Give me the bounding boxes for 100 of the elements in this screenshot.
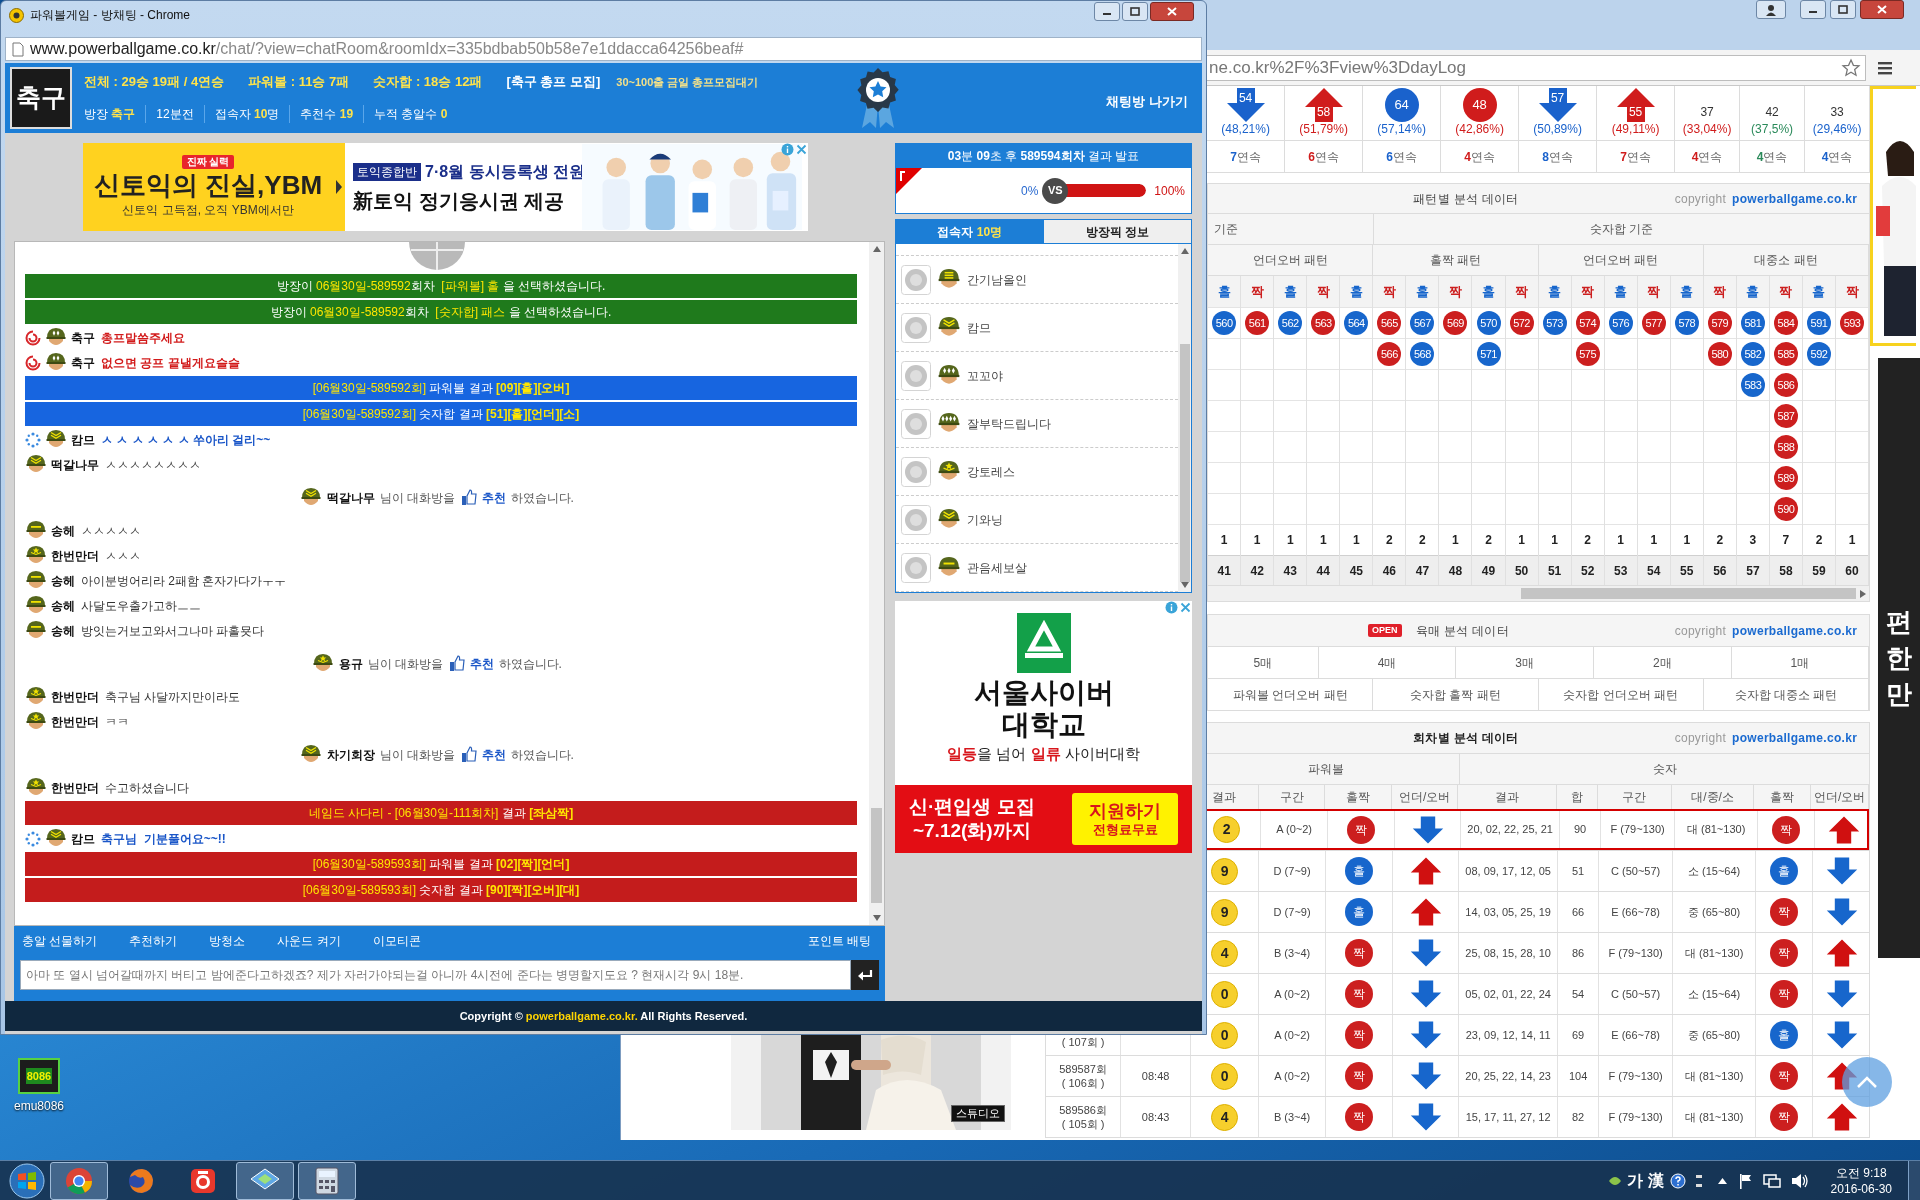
info-icon[interactable] [781,143,794,156]
user-name[interactable]: 송헤 [51,621,75,640]
count-option[interactable]: 3매 [1515,653,1534,672]
toolbar-button[interactable]: 방청소 [209,932,246,950]
user-name[interactable]: 캄므 [71,829,95,848]
column-number: 42 [1250,562,1264,580]
user-name[interactable]: 떡갈나무 [51,455,99,474]
pattern-option[interactable]: 숫자합 대중소 패턴 [1734,685,1838,704]
message-text: 축구님 사달까지만이라도 [105,688,241,706]
count-text: 2 [1815,532,1823,549]
help-icon[interactable] [1669,1172,1686,1189]
toolbar-button[interactable]: 추천하기 [129,932,178,950]
menu-icon[interactable] [1878,60,1892,75]
volume-icon[interactable] [1790,1172,1809,1189]
user-name[interactable]: 송헤 [51,596,75,615]
user-name[interactable]: 한번만더 [51,778,99,797]
user-name[interactable]: 캄므 [71,430,95,449]
site-link[interactable]: powerballgame.co.kr [1732,729,1858,747]
user-row[interactable]: 관음세보살 [896,544,1178,592]
column-header: 대/중/소 [1691,789,1734,806]
taskbar-button[interactable] [298,1161,356,1200]
scroll-up-icon[interactable] [872,246,881,252]
user-name[interactable]: 용규 [339,654,364,673]
user-row[interactable]: 잘부탁드립니다 [896,400,1178,448]
message-text: ㅋㅋ [105,713,129,731]
info-icon[interactable] [1165,601,1178,614]
maximize-button[interactable] [1122,2,1148,21]
toolbar-button[interactable]: 사운드 켜기 [277,932,341,950]
address-field[interactable]: www.powerballgame.co.kr/chat/?view=chatRoom&roomIdx=335bdbab50b58e7e1ddacca64256beaf# [5,37,1202,61]
send-button[interactable] [851,960,879,990]
apply-label: 지원하기 [1089,800,1161,822]
user-name[interactable]: 송헤 [51,521,75,540]
ime-options-icon[interactable] [1693,1172,1704,1189]
tab[interactable]: 방장픽 정보 [1043,220,1191,243]
apply-button[interactable]: 지원하기 전형료무료 [1072,793,1178,845]
flag-icon[interactable] [1738,1172,1753,1189]
exit-link[interactable]: 채팅방 나가기 [1106,91,1188,111]
clock[interactable]: 오전 9:18 2016-06-30 [1830,1164,1892,1197]
scroll-up-icon[interactable] [1180,248,1189,254]
toolbar-button[interactable]: 충알 선물하기 [22,932,98,950]
close-icon[interactable] [1179,601,1192,614]
count-option[interactable]: 2매 [1652,653,1672,672]
count-option[interactable]: 5매 [1253,653,1273,672]
network-icon[interactable] [1762,1172,1781,1189]
profile-button[interactable] [1756,0,1786,19]
column-number: 58 [1779,562,1793,580]
scroll-right-icon[interactable] [1860,589,1867,598]
user-name[interactable]: 차기회장 [327,745,376,764]
user-row[interactable]: 간기남올인 [896,256,1178,304]
scroll-down-icon[interactable] [872,915,881,921]
message-input[interactable]: 아마 또 열시 넘어갈때까지 버티고 밤에준다고하겠죠? 제가 자러가야되는걸 아니까 4시전에 준다는 병명할지도요 ? 현재시각 9시 18분. [20,960,851,990]
scroll-thumb[interactable] [1179,343,1190,583]
address-field[interactable]: ne.co.kr%2F%3Fview%3DdayLog [1206,54,1866,81]
ime-indicator[interactable]: 가 漢 [1627,1168,1664,1193]
site-icon [9,8,24,23]
taskbar-button[interactable] [50,1161,108,1200]
zone-text: F (79~130) [1610,822,1665,838]
scroll-thumb[interactable] [1521,588,1857,599]
count-option[interactable]: 4매 [1377,653,1397,672]
close-button[interactable] [1150,2,1194,21]
minimize-button[interactable] [1800,0,1826,19]
user-name[interactable]: 한번만더 [51,546,99,565]
pattern-option[interactable]: 파워볼 언더오버 패턴 [1232,685,1348,704]
enter-icon [857,969,873,981]
start-button[interactable] [8,1161,46,1200]
tray-expand-icon[interactable] [1717,1177,1727,1184]
show-desktop-button[interactable] [1908,1160,1920,1200]
user-name[interactable]: 떡갈나무 [327,488,376,507]
pattern-option[interactable]: 숫자합 언더오버 패턴 [1563,685,1679,704]
scroll-thumb[interactable] [871,808,882,903]
numbers-text: 15, 17, 11, 27, 12 [1465,1109,1551,1125]
user-name[interactable]: 축구 [71,353,95,372]
message-text: ㅅㅅㅅ [105,547,141,565]
taskbar-button[interactable] [236,1161,294,1200]
site-link[interactable]: powerballgame.co.kr [1732,189,1858,208]
maximize-button[interactable] [1830,0,1856,19]
user-name[interactable]: 한번만더 [51,687,99,706]
column-number: 55 [1680,562,1694,580]
close-icon[interactable] [795,143,808,156]
profile-icon [901,360,931,391]
pattern-option[interactable]: 숫자합 홀짝 패턴 [1410,685,1501,704]
close-button[interactable] [1860,0,1904,19]
minimize-button[interactable] [1094,2,1120,21]
user-row[interactable]: 강토레스 [896,448,1178,496]
university-logo-icon [1016,613,1071,673]
user-row[interactable]: 기와닝 [896,496,1178,544]
tab[interactable]: 접속자 10명 [896,220,1044,243]
count-option[interactable]: 1매 [1790,653,1810,672]
toolbar-button[interactable]: 포인트 배팅 [807,932,871,950]
user-name[interactable]: 한번만더 [51,712,99,731]
user-name[interactable]: 송헤 [51,571,75,590]
count-text: 1 [1683,532,1691,549]
user-row[interactable]: 캄므 [896,304,1178,352]
university-ad[interactable]: 서울사이버 대학교 일등을 넘어 일류 사이버대학 신·편입생 모집 ~7.12(화)까지 지원하기 전형료무료 [895,601,1192,853]
star-icon[interactable] [1841,57,1861,78]
toolbar-button[interactable]: 이모티콘 [372,932,421,950]
column-header: 홀짝 [1346,789,1371,806]
site-link[interactable]: powerballgame.co.kr [1732,621,1858,640]
user-row[interactable]: 꼬꼬야 [896,352,1178,400]
user-name[interactable]: 축구 [71,328,95,347]
